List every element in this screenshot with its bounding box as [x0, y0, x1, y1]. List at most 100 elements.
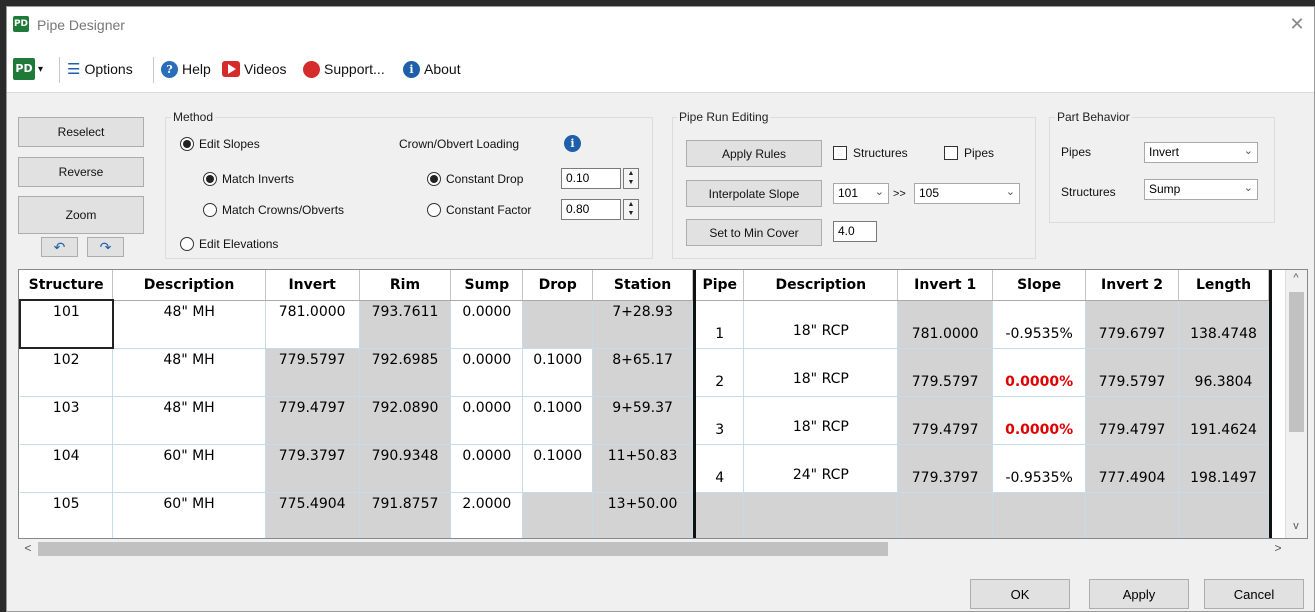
scroll-up-icon[interactable]: ^ [1286, 272, 1306, 288]
drop-cell[interactable]: 0.1000 [522, 348, 594, 397]
invert-cell[interactable]: 779.5797 [265, 348, 360, 397]
pipes-checkbox[interactable] [944, 146, 958, 160]
header-sump[interactable]: Sump [450, 270, 524, 301]
pipe-description-cell[interactable]: 18" RCP [743, 348, 899, 397]
invert-1-cell[interactable]: 779.3797 [897, 444, 994, 493]
invert-cell[interactable]: 775.4904 [265, 492, 360, 538]
header-drop[interactable]: Drop [522, 270, 594, 301]
pipe-cell[interactable]: 4 [696, 444, 745, 493]
rim-cell[interactable]: 793.7611 [359, 300, 452, 349]
header-station[interactable]: Station [592, 270, 693, 301]
invert-1-cell[interactable]: 779.4797 [897, 396, 994, 445]
sump-cell[interactable]: 0.0000 [450, 300, 524, 349]
station-cell[interactable]: 13+50.00 [592, 492, 693, 538]
reselect-button[interactable]: Reselect [18, 117, 144, 147]
slope-cell[interactable]: -0.9535% [992, 444, 1087, 493]
pipe-description-cell[interactable]: 18" RCP [743, 396, 899, 445]
options-button[interactable]: ☰ Options [67, 58, 133, 80]
ok-button[interactable]: OK [970, 579, 1070, 609]
constant-factor-input[interactable]: 0.80 [561, 199, 621, 220]
description-cell[interactable]: 60" MH [112, 492, 266, 538]
structure-cell[interactable]: 104 [20, 444, 114, 493]
pipe-description-cell[interactable]: 18" RCP [743, 300, 899, 349]
station-cell[interactable]: 7+28.93 [592, 300, 693, 349]
invert-1-cell[interactable]: 779.5797 [897, 348, 994, 397]
header-length[interactable]: Length [1178, 270, 1269, 301]
about-button[interactable]: i About [403, 58, 461, 80]
invert-cell[interactable]: 779.4797 [265, 396, 360, 445]
pipe-cell[interactable]: 3 [696, 396, 745, 445]
close-icon[interactable]: ✕ [1286, 13, 1308, 35]
constant-factor-spinner[interactable]: ▲ ▼ [623, 199, 639, 220]
structure-cell[interactable]: 103 [20, 396, 114, 445]
length-cell[interactable]: 96.3804 [1178, 348, 1269, 397]
rim-cell[interactable]: 791.8757 [359, 492, 452, 538]
drop-cell[interactable]: 0.1000 [522, 396, 594, 445]
constant-drop-input[interactable]: 0.10 [561, 168, 621, 189]
pipe-description-cell[interactable]: 24" RCP [743, 444, 899, 493]
drop-cell[interactable] [522, 492, 594, 538]
scroll-left-icon[interactable]: < [20, 541, 36, 557]
vertical-scroll-thumb[interactable] [1289, 292, 1304, 432]
station-cell[interactable]: 9+59.37 [592, 396, 693, 445]
rim-cell[interactable]: 792.0890 [359, 396, 452, 445]
set-min-cover-button[interactable]: Set to Min Cover [686, 219, 822, 246]
structure-cell[interactable]: 102 [20, 348, 114, 397]
pd-menu-button[interactable]: PD ▾ [13, 58, 43, 80]
slope-cell[interactable]: 0.0000% [992, 396, 1087, 445]
help-button[interactable]: ? Help [161, 58, 211, 80]
invert-2-cell[interactable]: 779.6797 [1085, 300, 1180, 349]
structures-behavior-select[interactable]: Sump ⌄ [1144, 179, 1258, 200]
interpolate-slope-button[interactable]: Interpolate Slope [686, 180, 822, 207]
info-icon[interactable]: i [564, 135, 581, 152]
cancel-button[interactable]: Cancel [1204, 579, 1304, 609]
description-cell[interactable]: 48" MH [112, 300, 266, 349]
rim-cell[interactable]: 790.9348 [359, 444, 452, 493]
apply-rules-button[interactable]: Apply Rules [686, 140, 822, 167]
sump-cell[interactable]: 2.0000 [450, 492, 524, 538]
horizontal-scrollbar[interactable]: < > [18, 539, 1308, 559]
vertical-scrollbar[interactable]: ^ v [1285, 270, 1307, 538]
invert-cell[interactable]: 779.3797 [265, 444, 360, 493]
constant-factor-radio[interactable] [427, 203, 441, 217]
header-invert[interactable]: Invert [265, 270, 360, 301]
pipe-cell[interactable]: 2 [696, 348, 745, 397]
structures-checkbox[interactable] [833, 146, 847, 160]
horizontal-scroll-thumb[interactable] [38, 542, 888, 556]
scroll-right-icon[interactable]: > [1270, 541, 1286, 557]
match-crowns-radio[interactable] [203, 203, 217, 217]
length-cell[interactable]: 191.4624 [1178, 396, 1269, 445]
header-structure[interactable]: Structure [20, 270, 114, 301]
structure-cell[interactable]: 105 [20, 492, 114, 538]
header-slope[interactable]: Slope [992, 270, 1087, 301]
structure-cell[interactable]: 101 [19, 299, 114, 349]
rim-cell[interactable]: 792.6985 [359, 348, 452, 397]
sump-cell[interactable]: 0.0000 [450, 348, 524, 397]
description-cell[interactable]: 48" MH [112, 396, 266, 445]
invert-cell[interactable]: 781.0000 [265, 300, 360, 349]
invert-2-cell[interactable]: 779.5797 [1085, 348, 1180, 397]
min-cover-input[interactable]: 4.0 [833, 221, 877, 242]
apply-button[interactable]: Apply [1089, 579, 1189, 609]
edit-slopes-radio[interactable] [180, 137, 194, 151]
header-pipe[interactable]: Pipe [696, 270, 745, 301]
invert-2-cell[interactable]: 777.4904 [1085, 444, 1180, 493]
description-cell[interactable]: 48" MH [112, 348, 266, 397]
header-invert-2[interactable]: Invert 2 [1085, 270, 1180, 301]
videos-button[interactable]: Videos [222, 58, 287, 80]
reverse-button[interactable]: Reverse [18, 157, 144, 187]
header-rim[interactable]: Rim [359, 270, 452, 301]
sump-cell[interactable]: 0.0000 [450, 396, 524, 445]
length-cell[interactable]: 138.4748 [1178, 300, 1269, 349]
constant-drop-spinner[interactable]: ▲ ▼ [623, 168, 639, 189]
support-button[interactable]: Support... [303, 58, 385, 80]
sump-cell[interactable]: 0.0000 [450, 444, 524, 493]
description-cell[interactable]: 60" MH [112, 444, 266, 493]
edit-elevations-radio[interactable] [180, 237, 194, 251]
header-description[interactable]: Description [112, 270, 266, 301]
header-pipe-description[interactable]: Description [743, 270, 899, 301]
zoom-button[interactable]: Zoom [18, 196, 144, 234]
invert-2-cell[interactable]: 779.4797 [1085, 396, 1180, 445]
redo-button[interactable]: ↷ [87, 237, 124, 257]
length-cell[interactable]: 198.1497 [1178, 444, 1269, 493]
